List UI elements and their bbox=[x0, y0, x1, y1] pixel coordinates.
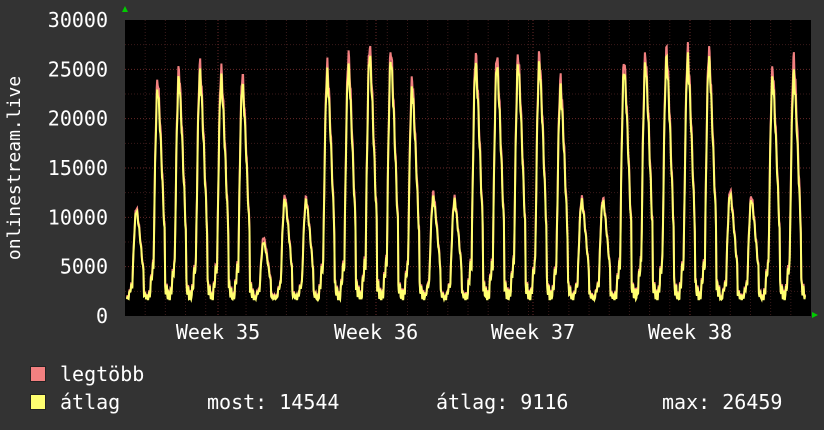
x-tick-label: Week 37 bbox=[491, 320, 575, 344]
legend-item-legtobb: legtöbb bbox=[30, 362, 144, 386]
stat-most: most: 14544 bbox=[207, 390, 340, 414]
legend-label-legtobb: legtöbb bbox=[60, 362, 145, 386]
y-tick-label: 20000 bbox=[48, 107, 108, 131]
x-tick-label: Week 36 bbox=[334, 320, 418, 344]
legend-label-atlag: átlag bbox=[60, 390, 121, 414]
x-tick-label: Week 35 bbox=[176, 320, 260, 344]
x-axis: Week 35 Week 36 Week 37 Week 38 bbox=[176, 320, 732, 344]
stat-max: max: 26459 bbox=[662, 390, 783, 414]
y-tick-label: 15000 bbox=[48, 156, 108, 180]
stat-atlag: átlag: 9116 bbox=[436, 390, 569, 414]
legend-swatch-atlag bbox=[30, 394, 46, 410]
x-axis-arrow bbox=[812, 312, 818, 318]
y-tick-label: 10000 bbox=[48, 205, 108, 229]
legend-swatch-legtobb bbox=[30, 366, 46, 382]
y-tick-label: 25000 bbox=[48, 57, 108, 81]
chart-canvas: 050001000015000200002500030000 Week 35 We… bbox=[4, 6, 818, 344]
y-axis-arrow bbox=[122, 6, 128, 12]
y-axis: 0 5000 10000 15000 20000 25000 30000 bbox=[48, 8, 108, 328]
y-tick-label: 5000 bbox=[60, 255, 108, 279]
x-tick-label: Week 38 bbox=[648, 320, 732, 344]
legend-item-atlag: átlag bbox=[30, 390, 120, 414]
y-axis-label: onlinestream.live bbox=[4, 76, 25, 260]
y-tick-label: 30000 bbox=[48, 8, 108, 32]
y-tick-label: 0 bbox=[96, 304, 108, 328]
